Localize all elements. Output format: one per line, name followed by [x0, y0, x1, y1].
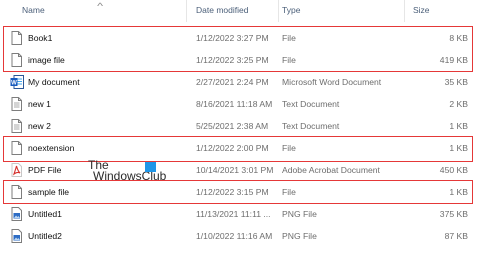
file-date-modified: 1/12/2022 3:25 PM: [196, 55, 269, 65]
file-name: new 2: [28, 121, 51, 131]
file-type: PNG File: [282, 231, 317, 241]
file-row[interactable]: new 2 5/25/2021 2:38 AM Text Document 1 KB: [10, 115, 480, 137]
file-name: new 1: [28, 99, 51, 109]
word-document-icon: W: [10, 75, 24, 89]
file-row[interactable]: Untitled2 1/10/2022 11:16 AM PNG File 87 KB: [10, 225, 480, 247]
column-divider[interactable]: [278, 0, 279, 22]
file-size: 87 KB: [444, 231, 468, 241]
file-type: Text Document: [282, 121, 340, 131]
file-date-modified: 1/12/2022 3:15 PM: [196, 187, 269, 197]
caret-up-icon: ^: [97, 1, 104, 11]
column-header-size[interactable]: Size: [413, 5, 430, 15]
file-size: 35 KB: [444, 77, 468, 87]
watermark: The WindowsClub: [88, 159, 167, 183]
file-name: Book1: [28, 33, 53, 43]
file-type: Adobe Acrobat Document: [282, 165, 380, 175]
blank-file-icon: [10, 141, 23, 155]
file-row[interactable]: sample file 1/12/2022 3:15 PM File 1 KB: [10, 181, 480, 203]
file-name: Untitled1: [28, 209, 62, 219]
file-type: Text Document: [282, 99, 340, 109]
file-size: 1 KB: [449, 187, 468, 197]
file-date-modified: 1/10/2022 11:16 AM: [196, 231, 273, 241]
file-size: 1 KB: [449, 121, 468, 131]
file-size: 450 KB: [439, 165, 468, 175]
file-date-modified: 5/25/2021 2:38 AM: [196, 121, 269, 131]
file-size: 8 KB: [449, 33, 468, 43]
file-row[interactable]: Untitled1 11/13/2021 11:11 ... PNG File 375…: [10, 203, 480, 225]
file-name: noextension: [28, 143, 75, 153]
file-type: File: [282, 187, 296, 197]
watermark-line-2: WindowsClub: [93, 169, 167, 183]
file-row[interactable]: image file 1/12/2022 3:25 PM File 419 KB: [10, 49, 480, 71]
file-name: image file: [28, 55, 65, 65]
file-name: My document: [28, 77, 80, 87]
file-size: 375 KB: [439, 209, 468, 219]
column-header-name[interactable]: Name: [22, 5, 45, 15]
svg-text:W: W: [11, 81, 17, 87]
file-date-modified: 2/27/2021 2:24 PM: [196, 77, 269, 87]
file-date-modified: 11/13/2021 11:11 ...: [196, 209, 271, 219]
blank-file-icon: [10, 53, 23, 67]
text-document-icon: [10, 97, 23, 111]
file-size: 419 KB: [439, 55, 468, 65]
column-header-bar: Name ^ Date modified Type Size: [0, 0, 500, 22]
file-row[interactable]: new 1 8/16/2021 11:18 AM Text Document 2 KB: [10, 93, 480, 115]
png-image-icon: [10, 229, 23, 243]
file-type: File: [282, 33, 296, 43]
file-date-modified: 10/14/2021 3:01 PM: [196, 165, 274, 175]
file-type: File: [282, 55, 296, 65]
windows-logo-icon: [145, 162, 156, 172]
file-date-modified: 1/12/2022 2:00 PM: [196, 143, 269, 153]
column-divider[interactable]: [404, 0, 405, 22]
file-name: sample file: [28, 187, 70, 197]
file-row[interactable]: Book1 1/12/2022 3:27 PM File 8 KB: [10, 27, 480, 49]
blank-file-icon: [10, 31, 23, 45]
png-image-icon: [10, 207, 23, 221]
file-type: File: [282, 143, 296, 153]
file-size: 2 KB: [449, 99, 468, 109]
column-header-date-modified[interactable]: Date modified: [196, 5, 248, 15]
file-name: Untitled2: [28, 231, 62, 241]
file-date-modified: 1/12/2022 3:27 PM: [196, 33, 269, 43]
file-type: PNG File: [282, 209, 317, 219]
file-row[interactable]: W My document 2/27/2021 2:24 PM Microsoft W…: [10, 71, 480, 93]
pdf-file-icon: [10, 163, 23, 177]
column-header-type[interactable]: Type: [282, 5, 300, 15]
file-size: 1 KB: [449, 143, 468, 153]
blank-file-icon: [10, 185, 23, 199]
file-row[interactable]: noextension 1/12/2022 2:00 PM File 1 KB: [10, 137, 480, 159]
column-divider[interactable]: [186, 0, 187, 22]
file-date-modified: 8/16/2021 11:18 AM: [196, 99, 273, 109]
text-document-icon: [10, 119, 23, 133]
file-type: Microsoft Word Document: [282, 77, 382, 87]
file-row[interactable]: PDF File 10/14/2021 3:01 PM Adobe Acrobat …: [10, 159, 480, 181]
